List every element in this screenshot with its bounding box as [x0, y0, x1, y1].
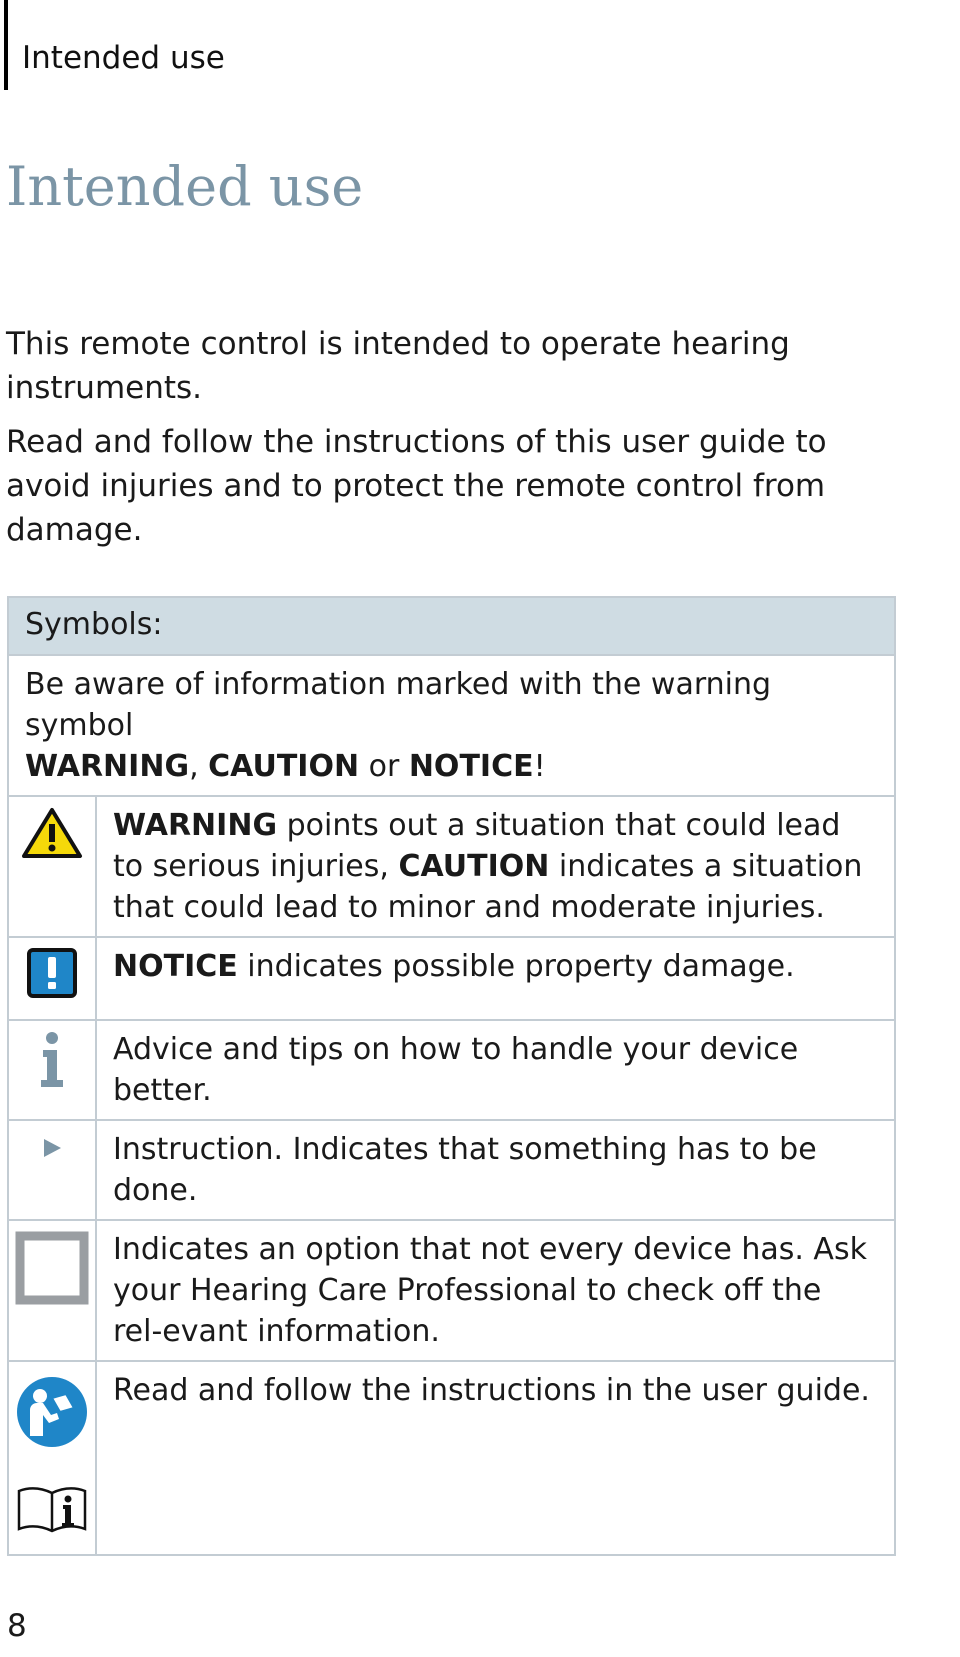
symbol-row-notice: NOTICE indicates possible property damag…: [7, 936, 896, 1021]
symbol-row-read-manual: Read and follow the instructions in the …: [7, 1360, 896, 1556]
symbol-row-instruction: Instruction. Indicates that something ha…: [7, 1119, 896, 1221]
symbol-row-info: Advice and tips on how to handle your de…: [7, 1019, 896, 1121]
symbols-table: Symbols: Be aware of information marked …: [7, 596, 896, 1556]
notice-exclamation-icon: [27, 948, 77, 998]
book-info-icon: [17, 1487, 87, 1533]
play-arrow-icon: [44, 1139, 61, 1157]
symbols-header: Symbols:: [7, 596, 896, 656]
info-icon: [41, 1032, 63, 1087]
page-title: Intended use: [6, 155, 364, 218]
symbols-lead: Be aware of information marked with the …: [7, 654, 896, 797]
symbol-row-warning: WARNING points out a situation that coul…: [7, 795, 896, 938]
page-number: 8: [7, 1608, 27, 1644]
warning-triangle-icon: [22, 808, 82, 858]
intro-paragraph: This remote control is intended to opera…: [6, 326, 790, 406]
running-header-text: Intended use: [22, 40, 225, 76]
checkbox-icon: [15, 1231, 89, 1305]
symbol-row-option: Indicates an option that not every devic…: [7, 1219, 896, 1362]
read-manual-icon: [17, 1377, 87, 1447]
running-header: Intended use: [4, 0, 225, 90]
intro-paragraph: Read and follow the instructions of this…: [6, 424, 827, 548]
intro-text: This remote control is intended to opera…: [6, 322, 886, 562]
